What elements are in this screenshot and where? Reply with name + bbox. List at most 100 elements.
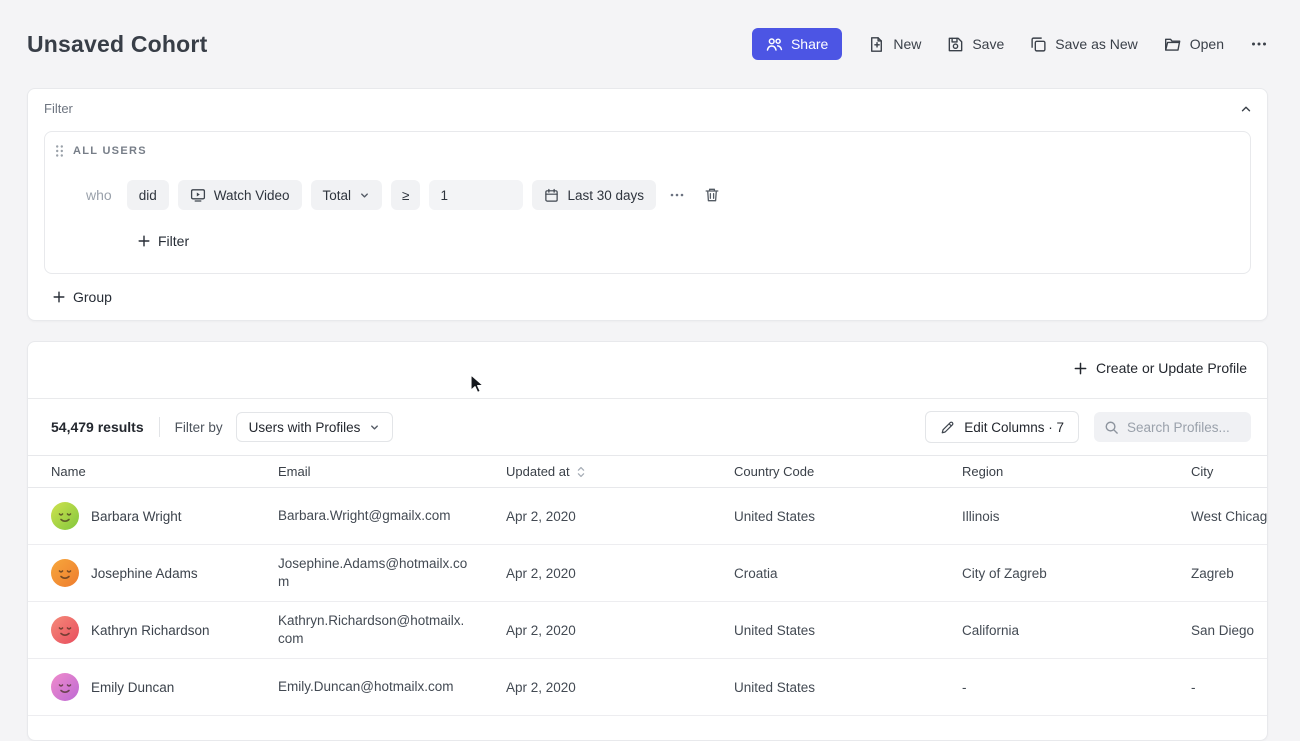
profile-city: - [1191,680,1268,695]
table-row[interactable]: Barbara Wright Barbara.Wright@gmailx.com… [28,488,1267,545]
chevron-down-icon [359,190,370,201]
new-button[interactable]: New [868,36,921,53]
column-header-region[interactable]: Region [962,464,1191,479]
add-group-button[interactable]: Group [52,282,112,312]
event-label: Watch Video [214,188,290,203]
plus-icon [52,290,66,304]
share-icon [766,36,783,53]
profile-name: Barbara Wright [91,509,182,524]
profile-name-cell: Josephine Adams [51,559,278,587]
did-selector[interactable]: did [127,180,169,210]
filter-condition-row: who did Watch Video Total ≥ [86,180,1234,210]
profile-region: City of Zagreb [962,566,1191,581]
avatar [51,673,79,701]
plus-icon [137,234,151,248]
create-or-update-profile-label: Create or Update Profile [1096,360,1247,376]
date-range-selector[interactable]: Last 30 days [532,180,656,210]
new-button-label: New [893,36,921,52]
ellipsis-icon [669,187,685,203]
avatar [51,616,79,644]
create-or-update-profile-button[interactable]: Create or Update Profile [1073,360,1247,376]
profile-name-cell: Kathryn Richardson [51,616,278,644]
profile-updated-at: Apr 2, 2020 [506,566,734,581]
divider [159,417,160,437]
avatar [51,502,79,530]
chevron-down-icon [369,422,380,433]
save-as-new-button[interactable]: Save as New [1030,36,1137,53]
profile-updated-at: Apr 2, 2020 [506,623,734,638]
operator-label: ≥ [402,188,409,203]
add-group-label: Group [73,289,112,305]
save-button-label: Save [972,36,1004,52]
profile-region: California [962,623,1191,638]
profile-email: Kathryn.Richardson@hotmailx.com [278,612,506,648]
table-row[interactable]: Kathryn Richardson Kathryn.Richardson@ho… [28,602,1267,659]
event-selector[interactable]: Watch Video [178,180,302,210]
results-count: 54,479 results [51,419,144,435]
copy-icon [1030,36,1047,53]
profiles-toolbar: 54,479 results Filter by Users with Prof… [28,398,1267,455]
profile-region: - [962,680,1191,695]
profile-updated-at: Apr 2, 2020 [506,680,734,695]
page-title: Unsaved Cohort [27,31,207,58]
add-filter-label: Filter [158,233,189,249]
new-document-icon [868,36,885,53]
collapse-chevron-up-icon[interactable] [1239,102,1253,116]
aggregation-selector[interactable]: Total [311,180,383,210]
delete-condition-button[interactable] [704,187,720,203]
column-header-country-code[interactable]: Country Code [734,464,962,479]
operator-selector[interactable]: ≥ [391,180,420,210]
profile-city: West Chicago [1191,509,1268,524]
aggregation-label: Total [323,188,352,203]
threshold-value-input[interactable] [429,180,523,210]
header-overflow-menu-button[interactable] [1250,35,1268,53]
search-icon [1104,420,1119,435]
profiles-header-section: Create or Update Profile [28,342,1267,398]
save-as-new-button-label: Save as New [1055,36,1137,52]
profile-name: Josephine Adams [91,566,198,581]
add-filter-button[interactable]: Filter [137,226,189,256]
column-header-updated-at[interactable]: Updated at [506,464,734,479]
column-header-email[interactable]: Email [278,464,506,479]
profiles-filter-value: Users with Profiles [249,420,361,435]
condition-more-options-button[interactable] [669,187,685,203]
table-row[interactable]: Emily Duncan Emily.Duncan@hotmailx.com A… [28,659,1267,716]
profiles-panel: Create or Update Profile 54,479 results … [27,341,1268,741]
pencil-icon [940,420,955,435]
profile-country-code: United States [734,623,962,638]
filter-panel: Filter ALL USERS who did Watch Video [27,88,1268,321]
table-row[interactable]: Josephine Adams Josephine.Adams@hotmailx… [28,545,1267,602]
profile-name-cell: Barbara Wright [51,502,278,530]
drag-handle-icon[interactable] [55,144,64,158]
profile-country-code: Croatia [734,566,962,581]
edit-columns-button[interactable]: Edit Columns · 7 [925,411,1079,443]
column-header-name[interactable]: Name [51,464,278,479]
profile-country-code: United States [734,680,962,695]
profile-city: Zagreb [1191,566,1268,581]
column-header-city[interactable]: City [1191,464,1268,479]
profile-region: Illinois [962,509,1191,524]
ellipsis-icon [1250,35,1268,53]
search-profiles-input[interactable] [1127,420,1241,435]
share-button-label: Share [791,36,828,52]
plus-icon [1073,361,1088,376]
group-scope-label: ALL USERS [73,145,147,157]
profile-name: Kathryn Richardson [91,623,210,638]
trash-icon [704,187,720,203]
profiles-search[interactable] [1094,412,1251,442]
profile-name: Emily Duncan [91,680,174,695]
sort-icon[interactable] [576,466,586,478]
date-range-label: Last 30 days [567,188,644,203]
profiles-filter-dropdown[interactable]: Users with Profiles [236,412,394,442]
video-event-icon [190,187,206,203]
open-button[interactable]: Open [1164,36,1224,53]
open-button-label: Open [1190,36,1224,52]
edit-columns-label: Edit Columns · 7 [964,420,1064,435]
profile-email: Josephine.Adams@hotmailx.com [278,555,506,591]
save-button[interactable]: Save [947,36,1004,53]
calendar-icon [544,188,559,203]
save-icon [947,36,964,53]
profile-email: Barbara.Wright@gmailx.com [278,507,506,525]
profile-country-code: United States [734,509,962,524]
share-button[interactable]: Share [752,28,842,60]
